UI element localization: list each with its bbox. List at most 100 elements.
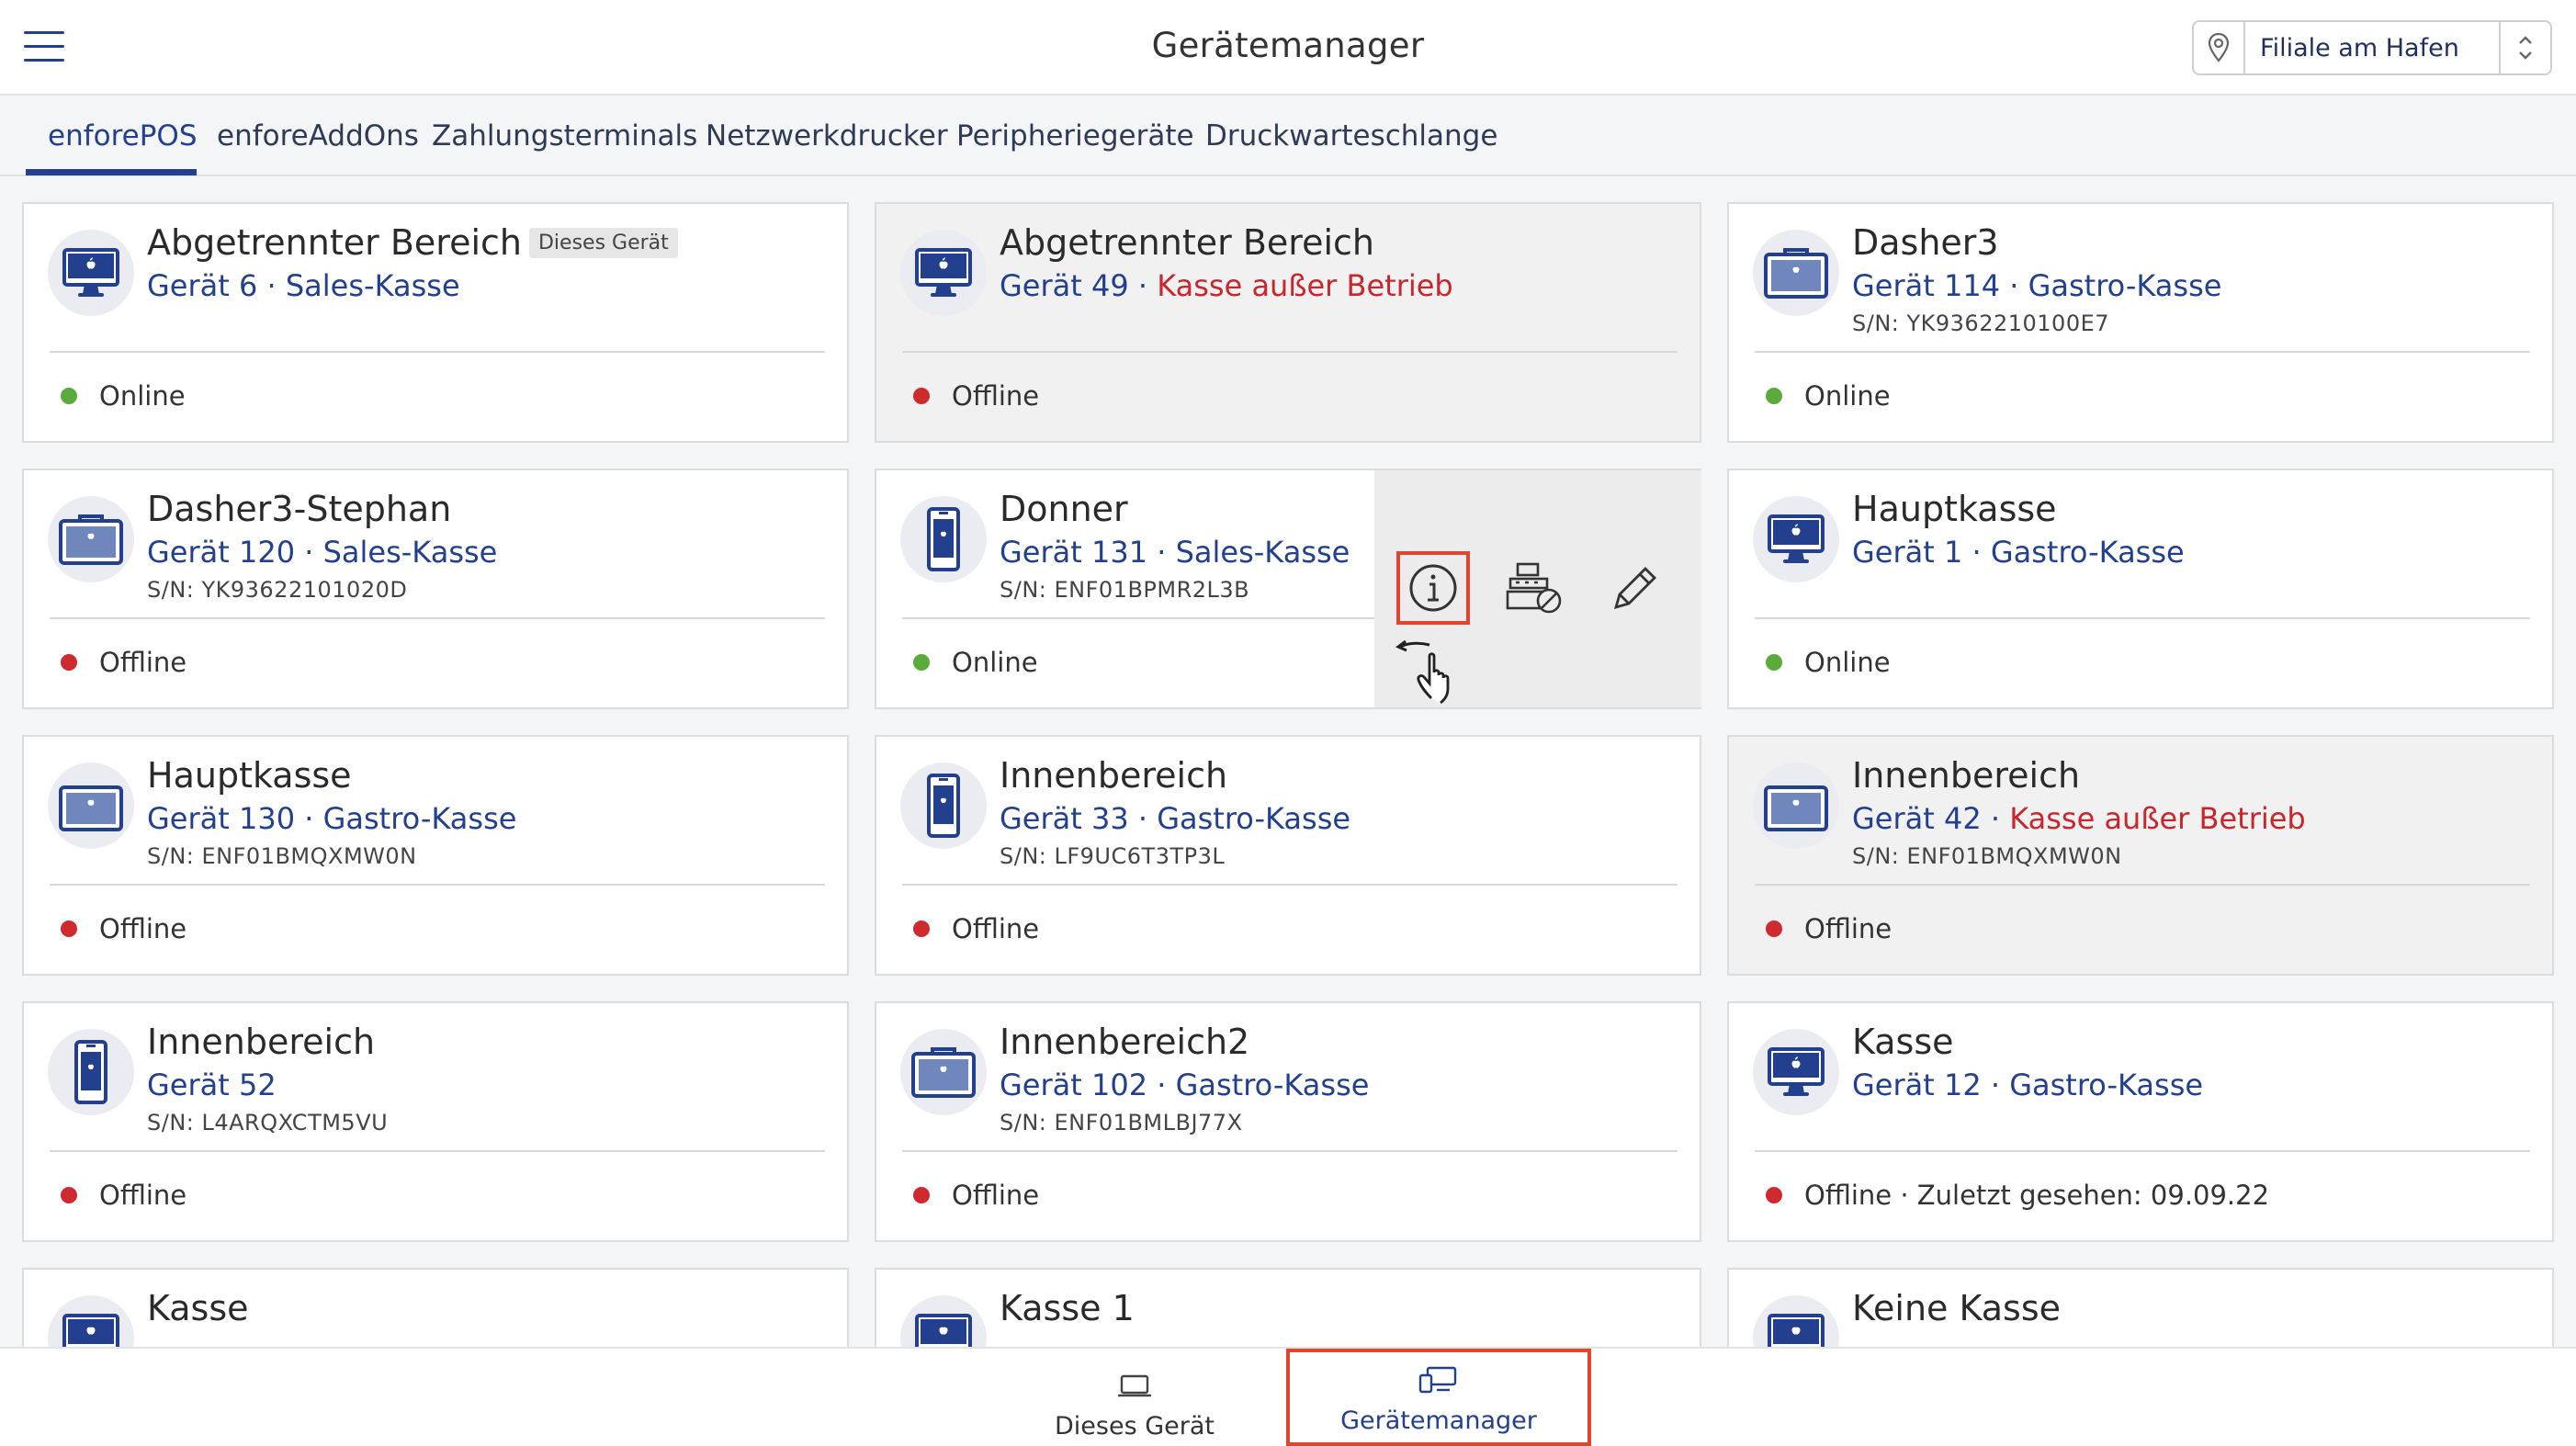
info-button[interactable] [1396,551,1470,625]
device-card[interactable]: Innenbereich Gerät 42 · Kasse außer Betr… [1727,735,2554,976]
device-subtitle: Gerät 6 · Sales-Kasse [147,268,460,303]
bottom-nav: Dieses Gerät Gerätemanager [0,1347,2576,1446]
tablet-pos-icon [48,496,134,582]
device-card[interactable]: Innenbereich Gerät 52 S/N: L4ARQXCTM5VU … [22,1001,849,1242]
device-subtitle: Gerät 1 · Gastro-Kasse [1852,535,2185,570]
status-text: Offline [952,1180,1040,1211]
status-text: Offline [99,1180,187,1211]
status-text: Offline · Zuletzt gesehen: 09.09.22 [1804,1180,2270,1211]
decommission-button[interactable] [1497,551,1571,625]
divider [1755,351,2530,353]
tab-peripheriegeraete[interactable]: Peripheriegeräte [956,119,1194,153]
device-name: Hauptkasse [147,755,352,796]
status-text: Offline [1804,913,1892,944]
device-card[interactable]: Abgetrennter Bereich Gerät 49 · Kasse au… [875,202,1701,443]
handheld-icon [900,496,987,582]
device-subtitle: Gerät 102 · Gastro-Kasse [1000,1068,1370,1102]
divider [902,351,1678,353]
divider [1755,884,2530,886]
active-tab-indicator [26,169,197,175]
status: Online [1766,380,1891,412]
device-name: Dasher3-Stephan [147,489,452,529]
chevron-updown-icon [2499,22,2550,73]
branch-selector[interactable]: Filiale am Hafen [2192,20,2552,75]
handheld-icon [48,1029,134,1115]
device-card[interactable]: Hauptkasse Gerät 130 · Gastro-Kasse S/N:… [22,735,849,976]
status: Offline · Zuletzt gesehen: 09.09.22 [1766,1180,2269,1211]
device-subtitle: Gerät 33 · Gastro-Kasse [1000,801,1351,836]
device-card-donner[interactable]: Donner Gerät 131 · Sales-Kasse S/N: ENF0… [875,469,1701,709]
handheld-icon [900,763,987,849]
online-dot [913,654,930,671]
imac-icon [900,230,987,316]
tablet-pos-icon [900,1029,987,1115]
divider [1755,1150,2530,1152]
imac-icon [1753,496,1839,582]
device-name: Innenbereich [147,1022,376,1062]
status: Offline [61,647,186,678]
tab-netzwerkdrucker[interactable]: Netzwerkdrucker [706,119,948,153]
status: Online [61,380,186,412]
device-subtitle: Gerät 120 · Sales-Kasse [147,535,498,570]
divider [902,884,1678,886]
device-name: Donner [1000,489,1128,529]
status: Online [1766,647,1891,678]
nav-this-device[interactable]: Dieses Gerät [1047,1349,1222,1446]
device-card[interactable]: Hauptkasse Gerät 1 · Gastro-Kasse Online [1727,469,2554,709]
device-subtitle-text: Gerät 42 · [1852,801,2010,836]
tab-zahlungsterminals[interactable]: Zahlungsterminals [432,119,697,153]
device-name: Abgetrennter Bereich Dieses Gerät [147,222,678,263]
out-of-service-label: Kasse außer Betrieb [1157,268,1453,303]
device-card[interactable]: Kasse Gerät 12 · Gastro-Kasse Offline · … [1727,1001,2554,1242]
divider [902,1150,1678,1152]
device-subtitle: Gerät 12 · Gastro-Kasse [1852,1068,2204,1102]
device-card[interactable]: Dasher3 Gerät 114 · Gastro-Kasse S/N: YK… [1727,202,2554,443]
offline-dot [61,1187,77,1203]
online-dot [1766,654,1782,671]
edit-button[interactable] [1599,551,1672,625]
register-disabled-icon [1506,562,1562,614]
device-name: Kasse [147,1288,249,1328]
device-card[interactable]: Innenbereich2 Gerät 102 · Gastro-Kasse S… [875,1001,1701,1242]
serial-number: S/N: LF9UC6T3TP3L [1000,843,1226,869]
status-text: Offline [99,913,187,944]
device-name: Innenbereich2 [1000,1022,1250,1062]
tablet-pos-icon [1753,763,1839,849]
divider [50,351,825,353]
device-name: Innenbereich [1852,755,2081,796]
offline-dot [61,921,77,937]
device-card[interactable]: Innenbereich Gerät 33 · Gastro-Kasse S/N… [875,735,1701,976]
device-name: Hauptkasse [1852,489,2057,529]
serial-number: S/N: YK9362210100E7 [1852,311,2110,336]
device-subtitle: Gerät 114 · Gastro-Kasse [1852,268,2222,303]
info-icon [1409,564,1457,612]
nav-device-manager[interactable]: Gerätemanager [1286,1349,1591,1446]
tab-enforeaddons[interactable]: enforeAddOns [217,119,419,153]
device-card[interactable]: Abgetrennter Bereich Dieses Gerät Gerät 6… [22,202,849,443]
status-text: Online [1804,380,1891,412]
device-subtitle: Gerät 49 · Kasse außer Betrieb [1000,268,1453,303]
app-root: Gerätemanager Filiale am Hafen enforePOS… [0,0,2576,1446]
nav-label: Gerätemanager [1340,1406,1537,1435]
divider [902,617,1374,619]
status: Offline [913,380,1039,412]
serial-number: S/N: ENF01BMLBJ77X [1000,1110,1243,1135]
category-tabs: enforePOS enforeAddOns Zahlungsterminals… [0,96,2576,176]
serial-number: S/N: YK93622101020D [147,577,408,603]
online-dot [61,388,77,404]
tab-enforepos[interactable]: enforePOS [48,119,198,153]
status-text: Online [952,647,1038,678]
offline-dot [1766,921,1782,937]
device-name-text: Abgetrennter Bereich [147,222,522,263]
tablet-pos-icon [1753,230,1839,316]
branch-name: Filiale am Hafen [2260,33,2459,62]
tablet-pos-icon [48,763,134,849]
swipe-action-pane [1374,470,1701,707]
status: Offline [61,913,186,944]
devices-icon [1418,1366,1457,1394]
device-name: Keine Kasse [1852,1288,2062,1328]
device-name: Dasher3 [1852,222,1999,263]
tab-druckwarteschlange[interactable]: Druckwarteschlange [1205,119,1497,153]
page-title: Gerätemanager [1151,26,1425,65]
device-card[interactable]: Dasher3-Stephan Gerät 120 · Sales-Kasse … [22,469,849,709]
